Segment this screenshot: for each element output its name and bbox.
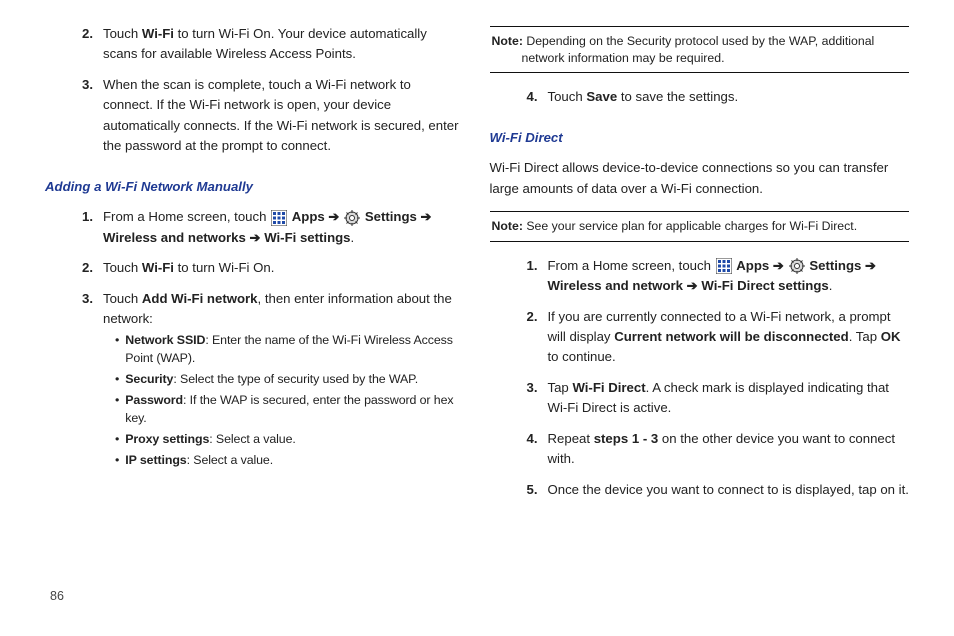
list-item: 5. Once the device you want to connect t… [514,480,910,500]
bullet-item: •IP settings: Select a value. [115,452,460,470]
step-number: 5. [514,480,538,500]
subheading: Wi-Fi Direct [490,128,910,148]
step-number: 3. [514,378,538,398]
list-item: 2. Touch Wi-Fi to turn Wi-Fi On. [69,258,465,278]
bullet-item: •Proxy settings: Select a value. [115,431,460,449]
step-text: Touch Wi-Fi to turn Wi-Fi On. Your devic… [103,24,465,65]
step-text: From a Home screen, touch Apps ➔ Setting… [103,207,465,248]
step-text: From a Home screen, touch Apps ➔ Setting… [548,256,910,297]
step-text: Repeat steps 1 - 3 on the other device y… [548,429,910,470]
list-item: 1. From a Home screen, touch Apps ➔ Sett… [69,207,465,248]
list-item: 4. Repeat steps 1 - 3 on the other devic… [514,429,910,470]
page-number: 86 [50,589,64,603]
step-number: 1. [514,256,538,276]
step-number: 2. [69,258,93,278]
bullet-list: •Network SSID: Enter the name of the Wi-… [103,332,460,470]
list-item: 3. Touch Add Wi-Fi network, then enter i… [69,289,465,479]
step-number: 3. [69,289,93,309]
subheading: Adding a Wi-Fi Network Manually [45,177,465,197]
right-column: Note: Depending on the Security protocol… [490,20,910,592]
step-number: 4. [514,87,538,107]
list-item: 3. When the scan is complete, touch a Wi… [69,75,465,157]
step-text: Tap Wi-Fi Direct. A check mark is displa… [548,378,910,419]
manual-page: 2. Touch Wi-Fi to turn Wi-Fi On. Your de… [0,0,954,604]
step-text: Touch Wi-Fi to turn Wi-Fi On. [103,258,465,278]
bullet-item: •Security: Select the type of security u… [115,371,460,389]
step-number: 1. [69,207,93,227]
apps-icon [271,210,287,226]
note-box: Note: Depending on the Security protocol… [490,26,910,73]
gear-icon [344,210,360,226]
list-item: 3. Tap Wi-Fi Direct. A check mark is dis… [514,378,910,419]
list-item: 2. If you are currently connected to a W… [514,307,910,368]
bullet-item: •Network SSID: Enter the name of the Wi-… [115,332,460,368]
intro-text: Wi-Fi Direct allows device-to-device con… [490,158,910,199]
list-item: 2. Touch Wi-Fi to turn Wi-Fi On. Your de… [69,24,465,65]
note-box: Note: See your service plan for applicab… [490,211,910,242]
list-item: 4. Touch Save to save the settings. [514,87,910,107]
step-text: Touch Add Wi-Fi network, then enter info… [103,289,465,479]
bullet-item: •Password: If the WAP is secured, enter … [115,392,460,428]
step-text: Once the device you want to connect to i… [548,480,910,500]
step-number: 2. [69,24,93,44]
step-text: Touch Save to save the settings. [548,87,910,107]
step-text: When the scan is complete, touch a Wi-Fi… [103,75,465,157]
step-text: If you are currently connected to a Wi-F… [548,307,910,368]
step-number: 3. [69,75,93,95]
gear-icon [789,258,805,274]
left-column: 2. Touch Wi-Fi to turn Wi-Fi On. Your de… [45,20,465,592]
step-number: 2. [514,307,538,327]
step-number: 4. [514,429,538,449]
apps-icon [716,258,732,274]
list-item: 1. From a Home screen, touch Apps ➔ Sett… [514,256,910,297]
